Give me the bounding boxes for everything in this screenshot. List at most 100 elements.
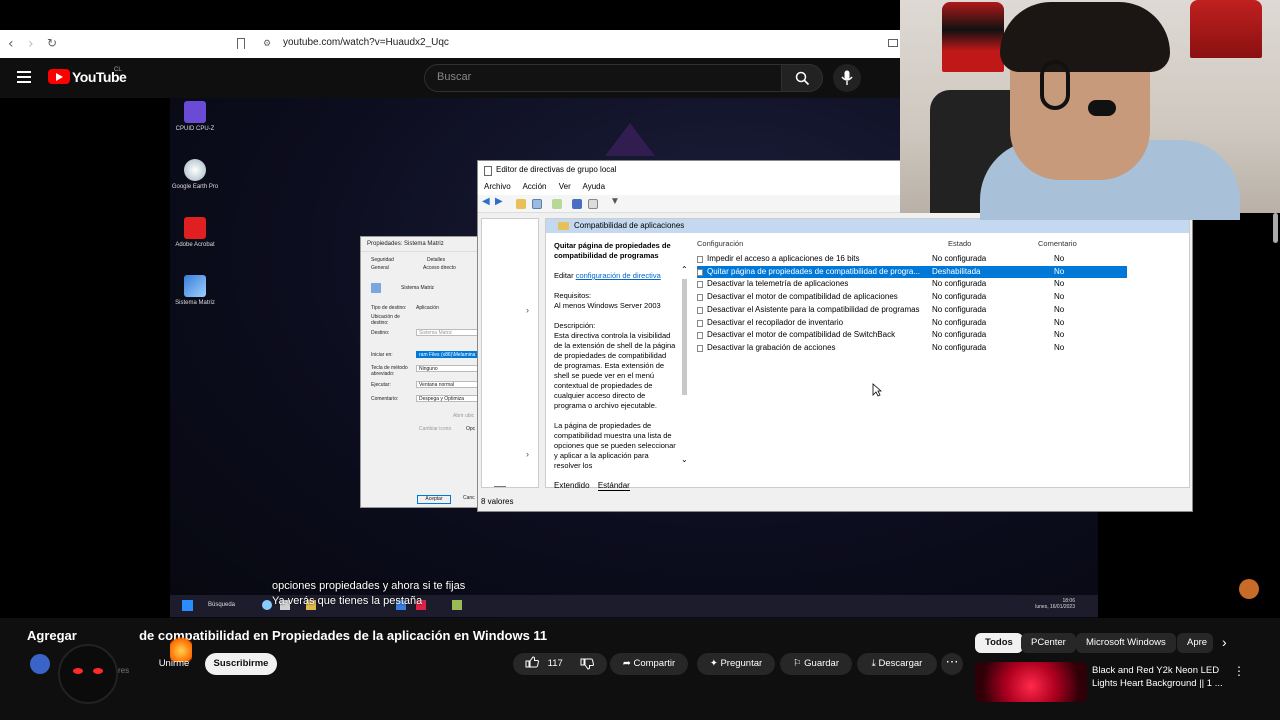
join-button[interactable]: Unirme <box>150 653 198 675</box>
recommended-video-title[interactable]: Black and Red Y2k Neon LED Lights Heart … <box>1092 664 1227 690</box>
cast-icon[interactable] <box>888 39 898 47</box>
desktop-icon-cpuz[interactable]: CPUID CPU-Z <box>170 101 220 132</box>
column-state[interactable]: Estado <box>948 239 971 248</box>
chip-microsoft-windows[interactable]: Microsoft Windows <box>1076 633 1176 653</box>
chip-aprende[interactable]: Apre <box>1177 633 1213 653</box>
tab-detalles[interactable]: Detalles <box>427 257 445 263</box>
expand-chevron-icon[interactable]: › <box>526 305 529 315</box>
show-hide-tree-icon[interactable] <box>532 199 542 209</box>
edit-policy-link[interactable]: configuración de directiva <box>576 271 661 280</box>
field-label: Tipo de destino: <box>371 305 407 311</box>
desktop-icon-acrobat[interactable]: Adobe Acrobat <box>170 217 220 248</box>
bomb-eye <box>73 668 83 674</box>
forward-icon[interactable]: › <box>28 36 34 52</box>
start-in-input[interactable]: ram Files (x86)\Melamina <box>416 351 478 358</box>
scroll-down-icon[interactable]: ⌄ <box>681 455 688 464</box>
desktop-icon-google-earth[interactable]: Google Earth Pro <box>170 159 220 190</box>
search-button[interactable] <box>781 64 823 92</box>
expand-chevron-icon[interactable]: › <box>526 449 529 459</box>
desktop-icon-sistema-matriz[interactable]: Sistema Matriz <box>170 275 220 306</box>
column-config[interactable]: Configuración <box>697 239 743 248</box>
chip-todos[interactable]: Todos <box>975 633 1023 653</box>
scroll-up-icon[interactable]: ⌃ <box>681 265 688 274</box>
column-comment[interactable]: Comentario <box>1038 239 1077 248</box>
menu-archivo[interactable]: Archivo <box>484 182 511 191</box>
sparkle-icon: ✦ <box>709 658 718 669</box>
youtube-logo-icon[interactable] <box>48 69 70 84</box>
policy-row[interactable]: Desactivar el motor de compatibilidad de… <box>697 329 1127 342</box>
menu-ayuda[interactable]: Ayuda <box>583 182 606 191</box>
back-arrow-icon[interactable]: ◀ <box>482 196 492 207</box>
hamburger-menu-icon[interactable] <box>17 71 31 83</box>
menu-accion[interactable]: Acción <box>522 182 546 191</box>
open-location-button[interactable]: Abrir ubic <box>453 413 474 419</box>
policy-comment: No <box>1054 304 1065 314</box>
tree-scroll-thumb[interactable] <box>494 486 506 487</box>
search-input[interactable]: Buscar <box>424 64 782 92</box>
download-button[interactable]: ⤓ Descargar <box>857 653 937 675</box>
ask-button[interactable]: ✦ Preguntar <box>697 653 775 675</box>
policy-state: No configurada <box>932 304 987 314</box>
site-settings-icon[interactable]: ⚙ <box>263 38 271 49</box>
filter-icon[interactable]: ▼ <box>610 196 620 207</box>
recommended-video-thumbnail[interactable] <box>975 662 1087 702</box>
ok-button[interactable]: Aceptar <box>417 495 451 504</box>
menu-ver[interactable]: Ver <box>559 182 571 191</box>
edit-prefix: Editar <box>554 271 574 280</box>
floating-extension-icon[interactable] <box>1239 579 1259 599</box>
page-scroll-thumb[interactable] <box>1273 213 1278 243</box>
comment-input[interactable]: Despega y Optimiza <box>416 395 478 402</box>
export-list-icon[interactable] <box>552 199 562 209</box>
tab-acceso-directo[interactable]: Acceso directo <box>423 265 456 271</box>
change-icon-button[interactable]: Cambiar icono <box>419 426 451 432</box>
taskbar-app-icon[interactable] <box>452 600 462 610</box>
shortcut-key-input[interactable]: Ninguno <box>416 365 478 372</box>
voice-search-button[interactable] <box>833 64 861 92</box>
scroll-thumb[interactable] <box>682 279 687 395</box>
recommendation-menu-icon[interactable]: ⋮ <box>1233 664 1245 678</box>
description-scrollbar[interactable]: ⌃ ⌄ <box>680 265 690 465</box>
target-input[interactable]: Sistema Matriz <box>416 329 478 336</box>
tab-estandar[interactable]: Estándar <box>597 481 630 491</box>
url-text[interactable]: youtube.com/watch?v=Huaudx2_Uqc <box>283 37 449 48</box>
policy-row[interactable]: Desactivar la telemetría de aplicaciones… <box>697 278 1127 291</box>
like-count: 117 <box>547 658 563 669</box>
chip-pcenter[interactable]: PCenter <box>1021 633 1076 653</box>
up-folder-icon[interactable] <box>516 199 526 209</box>
bookmark-icon[interactable] <box>237 38 245 49</box>
properties-icon[interactable] <box>588 199 598 209</box>
subscribe-button[interactable]: Suscribirme <box>205 653 277 675</box>
reload-icon[interactable]: ↻ <box>47 36 57 50</box>
channel-avatar[interactable] <box>30 654 50 674</box>
cancel-button[interactable]: Canc <box>463 495 475 501</box>
tab-seguridad[interactable]: Seguridad <box>371 257 394 263</box>
forward-arrow-icon[interactable]: ▶ <box>495 196 505 207</box>
taskbar-search[interactable]: Búsqueda <box>208 602 235 608</box>
subtitle-line-1: opciones propiedades y ahora si te fijas <box>272 580 466 592</box>
more-actions-button[interactable]: ⋯ <box>941 653 963 675</box>
policy-row[interactable]: Impedir el acceso a aplicaciones de 16 b… <box>697 253 1127 266</box>
like-button[interactable]: 117 <box>525 656 563 669</box>
share-button[interactable]: ➦ Compartir <box>610 653 688 675</box>
gpo-tree-pane[interactable]: › › <box>481 218 539 488</box>
chips-next-icon[interactable]: › <box>1222 634 1227 650</box>
run-select[interactable]: Ventana normal <box>416 381 478 388</box>
policy-row[interactable]: Desactivar la grabación de acciones No co… <box>697 342 1127 355</box>
windows-start-icon[interactable] <box>182 600 193 611</box>
back-icon[interactable]: ‹ <box>8 36 14 52</box>
policy-row[interactable]: Desactivar el Asistente para la compatib… <box>697 304 1127 317</box>
policy-comment: No <box>1054 279 1065 289</box>
advanced-options-button[interactable]: Opc <box>466 426 475 432</box>
tab-extendido[interactable]: Extendido <box>554 481 590 490</box>
taskbar-clock[interactable]: 18:06 lunes, 16/01/2023 <box>1035 598 1075 610</box>
thumbs-down-icon[interactable] <box>580 658 594 670</box>
policy-row[interactable]: Quitar página de propiedades de compatib… <box>697 265 1127 279</box>
tab-general[interactable]: General <box>371 265 389 271</box>
save-button[interactable]: ⚐ Guardar <box>780 653 852 675</box>
policy-row[interactable]: Desactivar el motor de compatibilidad de… <box>697 291 1127 304</box>
policy-row[interactable]: Desactivar el recopilador de inventario N… <box>697 317 1127 330</box>
help-icon[interactable] <box>572 199 582 209</box>
field-label: Ejecutar: <box>371 382 391 388</box>
properties-dialog: Propiedades: Sistema Matriz Seguridad De… <box>360 236 480 508</box>
taskbar-app-icon[interactable] <box>262 600 272 610</box>
